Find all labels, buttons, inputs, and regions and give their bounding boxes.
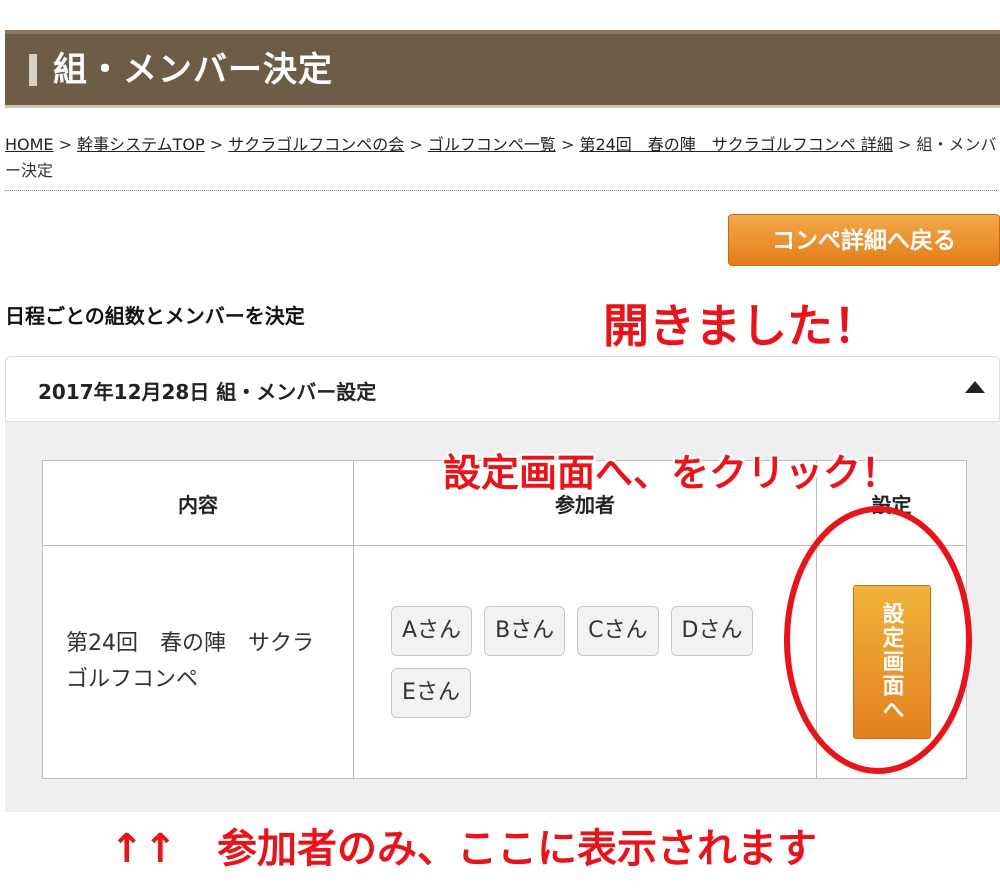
header-accent	[29, 54, 37, 86]
participant-chip: Eさん	[391, 668, 471, 718]
cell-content: 第24回 春の陣 サクラゴルフコンペ	[42, 545, 354, 779]
section-heading: 日程ごとの組数とメンバーを決定	[5, 304, 305, 328]
page-title: 組・メンバー決定	[53, 50, 333, 90]
breadcrumb-home[interactable]: HOME	[5, 135, 54, 154]
breadcrumb-system-top[interactable]: 幹事システムTOP	[77, 135, 205, 154]
breadcrumb-separator: >	[892, 135, 917, 154]
annotation-opened: 開きました！	[603, 299, 879, 353]
cell-settings: 設定画面へ	[816, 545, 967, 779]
breadcrumb-compe-list[interactable]: ゴルフコンペ一覧	[428, 135, 556, 154]
participant-chip: Bさん	[484, 606, 566, 656]
breadcrumb-separator: >	[555, 135, 580, 154]
participant-chip: Dさん	[670, 606, 754, 656]
accordion-header[interactable]: 2017年12月28日 組・メンバー設定	[5, 356, 1000, 422]
compe-name: 第24回 春の陣 サクラゴルフコンペ	[66, 631, 314, 692]
participant-chip: Aさん	[391, 606, 473, 656]
breadcrumb-separator: >	[404, 135, 428, 154]
breadcrumb-separator: >	[53, 135, 78, 154]
page-header: 組・メンバー決定	[5, 30, 1000, 108]
header-content: 内容	[42, 460, 354, 546]
participant-chips: Aさん Bさん Cさん Dさん Eさん	[355, 600, 815, 724]
settings-screen-button[interactable]: 設定画面へ	[852, 585, 931, 739]
breadcrumb-compe-detail[interactable]: 第24回 春の陣 サクラゴルフコンペ 詳細	[579, 135, 892, 154]
breadcrumb-club[interactable]: サクラゴルフコンペの会	[228, 135, 404, 154]
breadcrumb: HOME > 幹事システムTOP > サクラゴルフコンペの会 > ゴルフコンペ一…	[5, 132, 997, 191]
cell-participants: Aさん Bさん Cさん Dさん Eさん	[353, 545, 817, 779]
table-row: 第24回 春の陣 サクラゴルフコンペ Aさん Bさん Cさん Dさん Eさん 設定画面へ	[42, 545, 967, 779]
accordion-title: 2017年12月28日 組・メンバー設定	[38, 380, 377, 404]
members-table: 内容 参加者 設定 第24回 春の陣 サクラゴルフコンペ Aさん Bさん Cさん Dさ…	[42, 460, 967, 779]
participant-chip: Cさん	[577, 606, 659, 656]
caret-up-icon	[965, 381, 985, 393]
annotation-participants-note: ↑↑ 参加者のみ、ここに表示されます	[110, 826, 818, 872]
breadcrumb-separator: >	[204, 135, 229, 154]
annotation-click-hint: 設定画面へ、をクリック！	[443, 451, 900, 495]
back-to-detail-button[interactable]: コンペ詳細へ戻る	[728, 214, 1000, 266]
